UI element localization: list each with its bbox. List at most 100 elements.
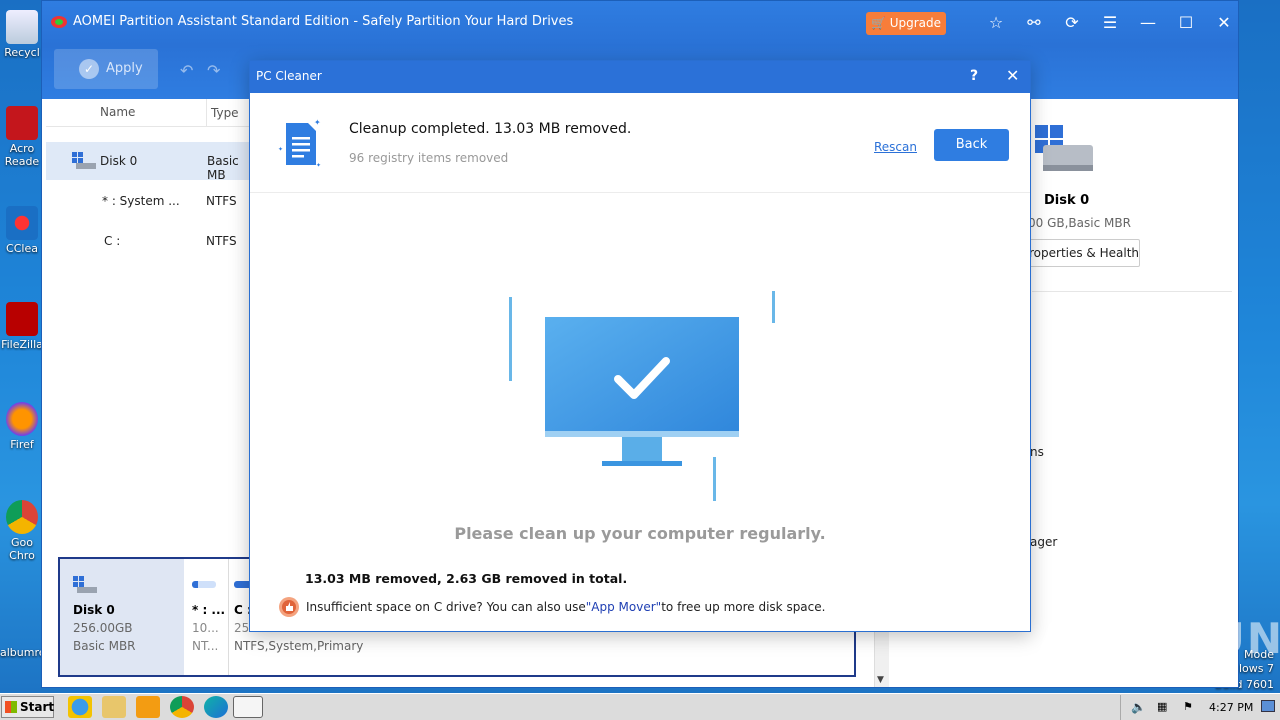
scroll-down-icon[interactable]: ▼ bbox=[877, 675, 884, 685]
properties-health-button[interactable]: roperties & Health bbox=[1024, 239, 1140, 267]
divider bbox=[1032, 291, 1232, 292]
partition-table-header: Name Type bbox=[46, 99, 256, 127]
start-label: Start bbox=[20, 700, 55, 714]
filezilla-icon bbox=[6, 302, 38, 336]
desktop-icon-ccleaner[interactable]: CClea bbox=[0, 206, 44, 255]
desktop-icon-label: FileZilla bbox=[1, 338, 43, 351]
network-icon[interactable]: ▦ bbox=[1157, 700, 1167, 713]
svg-text:✦: ✦ bbox=[316, 162, 321, 169]
desktop-icon-recycle-bin[interactable]: Recycl bbox=[0, 10, 44, 59]
recycle-bin-icon bbox=[6, 10, 38, 44]
desktop-icon-albumre[interactable]: albumre bbox=[0, 646, 44, 659]
svg-text:✦: ✦ bbox=[314, 119, 321, 127]
acrobat-icon bbox=[6, 106, 38, 140]
table-row[interactable]: * : System ... NTFS bbox=[46, 182, 256, 220]
check-icon: ✓ bbox=[79, 59, 99, 79]
media-player-icon[interactable] bbox=[136, 696, 160, 718]
menu-icon[interactable]: ☰ bbox=[1100, 13, 1120, 33]
title-bar: AOMEI Partition Assistant Standard Editi… bbox=[42, 1, 1238, 45]
partition-block-system[interactable]: * : ... 10... NT... bbox=[188, 559, 226, 675]
cleanup-message: Cleanup completed. 13.03 MB removed. bbox=[349, 121, 632, 137]
refresh-icon[interactable]: ⟳ bbox=[1062, 13, 1082, 33]
right-disk-name: Disk 0 bbox=[1044, 193, 1090, 208]
edge-icon[interactable] bbox=[204, 696, 228, 718]
desktop-icon-label: Acro Reade bbox=[4, 142, 40, 168]
firefox-icon bbox=[6, 402, 38, 436]
os-watermark-line: lows 7 bbox=[1238, 662, 1274, 675]
desktop-icon-chrome[interactable]: Goo Chro bbox=[0, 500, 44, 562]
ie-icon[interactable] bbox=[68, 696, 92, 718]
right-menu-item[interactable]: ager bbox=[1030, 535, 1057, 549]
row-name: C : bbox=[104, 234, 121, 248]
desktop-icon-label: Firef bbox=[10, 438, 34, 451]
partition-size: 10... bbox=[192, 621, 219, 635]
undo-icon[interactable]: ↶ bbox=[180, 61, 193, 80]
disk-size: 256.00GB bbox=[73, 621, 133, 635]
disk-icon bbox=[72, 152, 96, 170]
warning-text-suffix: to free up more disk space. bbox=[661, 600, 826, 614]
window-title: AOMEI Partition Assistant Standard Editi… bbox=[73, 14, 574, 29]
chrome-icon[interactable] bbox=[170, 696, 194, 718]
maximize-icon[interactable]: ☐ bbox=[1176, 13, 1196, 33]
dialog-close-icon[interactable]: ✕ bbox=[1006, 66, 1019, 85]
star-icon[interactable]: ☆ bbox=[986, 13, 1006, 33]
disk-type: Basic MBR bbox=[73, 639, 136, 653]
row-name: * : System ... bbox=[102, 194, 180, 208]
desktop-icon-firefox[interactable]: Firef bbox=[0, 402, 44, 451]
disk-name: Disk 0 bbox=[73, 603, 115, 617]
partition-name: * : ... bbox=[192, 603, 226, 617]
share-icon[interactable]: ⚯ bbox=[1024, 13, 1044, 33]
hint-text: Please clean up your computer regularly. bbox=[454, 524, 826, 543]
desktop-icon-label: Goo Chro bbox=[9, 536, 35, 562]
upgrade-button[interactable]: 🛒 Upgrade bbox=[866, 12, 946, 35]
start-button[interactable]: Start bbox=[1, 696, 54, 718]
chrome-icon bbox=[6, 500, 38, 534]
total-removed: 13.03 MB removed, 2.63 GB removed in tot… bbox=[305, 571, 628, 586]
flag-icon[interactable]: ⚑ bbox=[1183, 700, 1193, 713]
windows-flag-icon bbox=[5, 701, 17, 713]
minimize-icon[interactable]: — bbox=[1138, 13, 1158, 33]
back-button[interactable]: Back bbox=[934, 129, 1009, 161]
show-desktop-icon[interactable] bbox=[1261, 700, 1275, 712]
apply-label: Apply bbox=[106, 61, 143, 76]
table-row[interactable]: Disk 0 Basic MB bbox=[46, 142, 256, 182]
table-row[interactable]: C : NTFS bbox=[46, 222, 256, 260]
column-header-type: Type bbox=[206, 99, 239, 127]
pc-cleaner-dialog: PC Cleaner ? ✕ ✦ ✦ ✦ Cleanup completed. 1… bbox=[249, 60, 1031, 632]
warning-text: Insufficient space on C drive? You can a… bbox=[306, 600, 586, 614]
redo-icon[interactable]: ↷ bbox=[207, 61, 220, 80]
disk-large-icon bbox=[1035, 125, 1093, 171]
system-tray: 🔈 ▦ ⚑ 4:27 PM bbox=[1120, 695, 1280, 720]
monitor-check-icon bbox=[509, 291, 775, 501]
space-warning: Insufficient space on C drive? You can a… bbox=[278, 596, 825, 618]
row-type: NTFS bbox=[206, 234, 237, 248]
desktop-icon-acrobat[interactable]: Acro Reade bbox=[0, 106, 44, 168]
desktop-icon-filezilla[interactable]: FileZilla bbox=[0, 302, 44, 351]
help-icon[interactable]: ? bbox=[970, 68, 978, 84]
volume-icon[interactable]: 🔈 bbox=[1131, 700, 1146, 714]
row-name: Disk 0 bbox=[100, 154, 138, 168]
ccleaner-icon bbox=[6, 206, 38, 240]
disk-map-disk[interactable]: Disk 0 256.00GB Basic MBR bbox=[60, 559, 184, 675]
explorer-icon[interactable] bbox=[102, 696, 126, 718]
aomei-taskbar-icon[interactable] bbox=[233, 696, 263, 718]
apply-button[interactable]: ✓ Apply bbox=[54, 49, 158, 89]
partition-usage-bar bbox=[192, 581, 216, 588]
dialog-title-bar: PC Cleaner ? ✕ bbox=[250, 61, 1030, 93]
partition-fs: NTFS,System,Primary bbox=[234, 639, 364, 653]
desktop-icon-label: CClea bbox=[6, 242, 38, 255]
right-disk-info: 00 GB,Basic MBR bbox=[1028, 216, 1131, 230]
right-menu-item[interactable]: ns bbox=[1030, 445, 1044, 459]
desktop-icon-label: albumre bbox=[0, 646, 44, 659]
close-icon[interactable]: ✕ bbox=[1214, 13, 1234, 33]
dialog-title: PC Cleaner bbox=[256, 69, 322, 83]
rescan-link[interactable]: Rescan bbox=[874, 140, 917, 154]
app-mover-link[interactable]: "App Mover" bbox=[586, 600, 661, 614]
desktop-icon-label: Recycl bbox=[4, 46, 40, 59]
column-header-name: Name bbox=[100, 105, 136, 119]
partition-fs: NT... bbox=[192, 639, 219, 653]
dialog-header: ✦ ✦ ✦ Cleanup completed. 13.03 MB removed… bbox=[250, 93, 1030, 193]
document-clean-icon: ✦ ✦ ✦ bbox=[278, 119, 321, 169]
clock[interactable]: 4:27 PM bbox=[1209, 701, 1253, 714]
row-type: NTFS bbox=[206, 194, 237, 208]
